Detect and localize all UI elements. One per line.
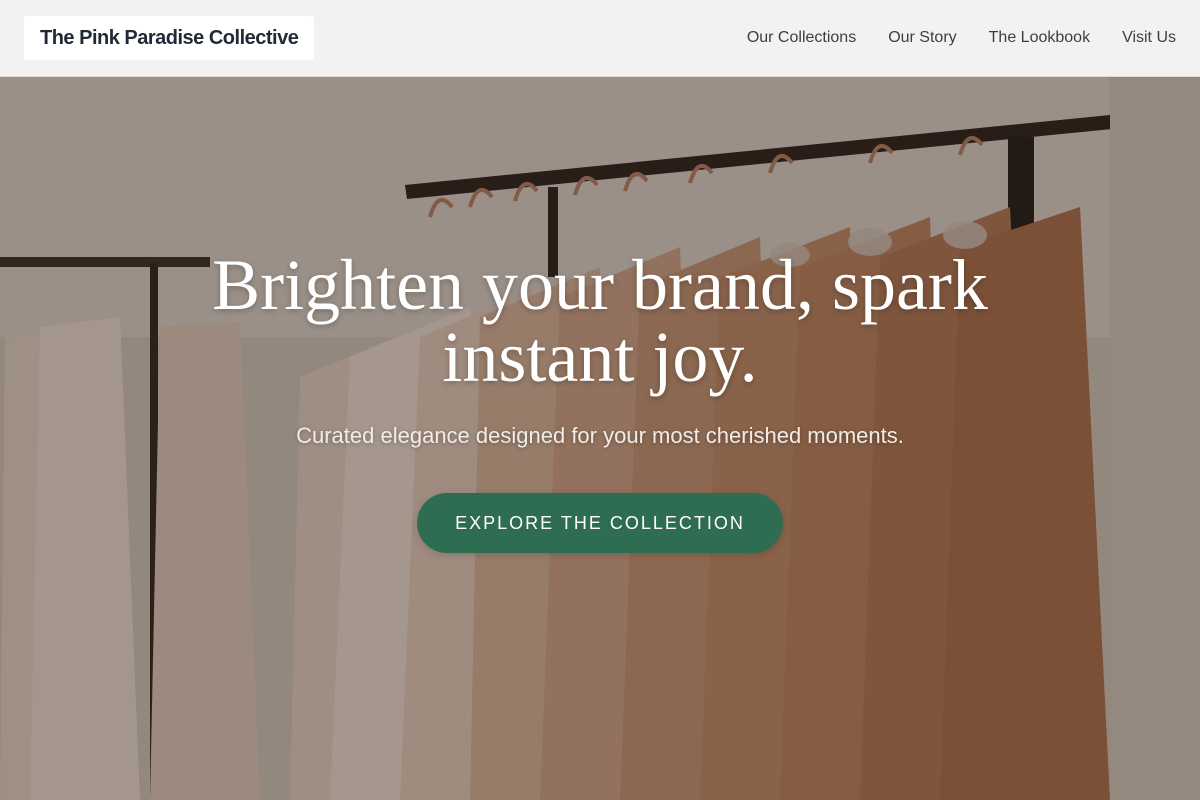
- brand-logo[interactable]: The Pink Paradise Collective: [24, 16, 315, 60]
- hero-subtitle: Curated elegance designed for your most …: [296, 423, 904, 448]
- hero-section: Brighten your brand, spark instant joy. …: [0, 77, 1200, 800]
- nav-link-our-collections[interactable]: Our Collections: [747, 29, 856, 47]
- nav-link-visit-us[interactable]: Visit Us: [1122, 29, 1176, 47]
- hero-content: Brighten your brand, spark instant joy. …: [0, 77, 1200, 800]
- site-header: The Pink Paradise Collective Our Collect…: [0, 0, 1200, 77]
- explore-collection-button[interactable]: EXPLORE THE COLLECTION: [417, 493, 783, 553]
- nav-link-the-lookbook[interactable]: The Lookbook: [989, 29, 1090, 47]
- brand-name: The Pink Paradise Collective: [40, 26, 299, 49]
- hero-title: Brighten your brand, spark instant joy.: [212, 245, 988, 397]
- main-nav: Our Collections Our Story The Lookbook V…: [747, 29, 1176, 47]
- nav-link-our-story[interactable]: Our Story: [888, 29, 956, 47]
